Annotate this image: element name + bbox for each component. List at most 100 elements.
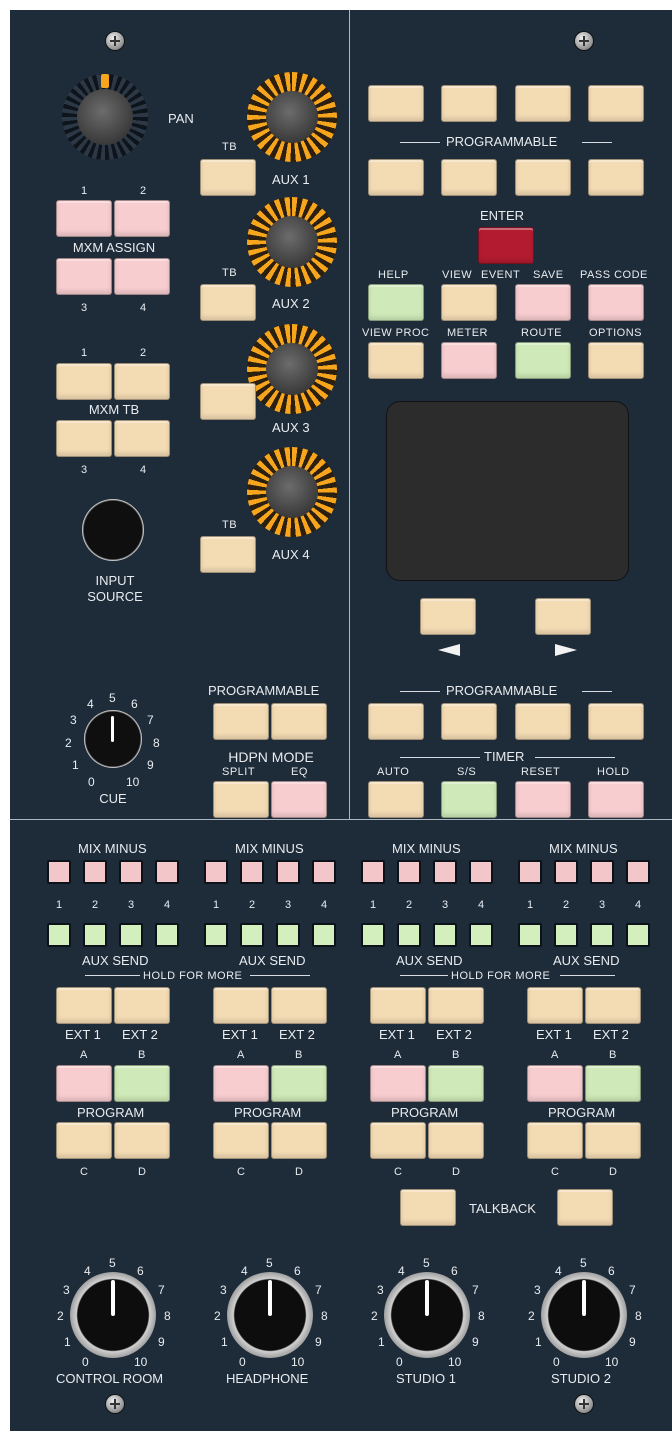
program-b-button[interactable] <box>585 1065 641 1102</box>
hdpn-split-button[interactable] <box>213 781 269 818</box>
ext1-button[interactable] <box>56 987 112 1024</box>
next-button[interactable] <box>535 598 591 635</box>
mix-minus-led-1[interactable] <box>518 860 542 884</box>
programmable-button-mid-2[interactable] <box>441 159 497 196</box>
programmable-button-bottom-3[interactable] <box>515 703 571 740</box>
programmable-button-top-2[interactable] <box>441 85 497 122</box>
aux-send-led-2[interactable] <box>83 923 107 947</box>
program-c-button[interactable] <box>213 1122 269 1159</box>
ext2-button[interactable] <box>271 987 327 1024</box>
save-button[interactable] <box>515 284 571 321</box>
mix-minus-led-2[interactable] <box>240 860 264 884</box>
aux-send-led-2[interactable] <box>554 923 578 947</box>
options-button[interactable] <box>588 342 644 379</box>
ext2-button[interactable] <box>428 987 484 1024</box>
aux-send-led-4[interactable] <box>469 923 493 947</box>
aux-send-led-2[interactable] <box>240 923 264 947</box>
program-c-button[interactable] <box>527 1122 583 1159</box>
aux4-knob[interactable] <box>266 466 318 518</box>
prev-button[interactable] <box>420 598 476 635</box>
mxm-assign-button-3[interactable] <box>56 258 112 295</box>
mix-minus-led-2[interactable] <box>83 860 107 884</box>
aux-send-led-3[interactable] <box>433 923 457 947</box>
mxm-tb-button-4[interactable] <box>114 420 170 457</box>
aux-send-led-1[interactable] <box>518 923 542 947</box>
headphone-knob[interactable] <box>227 1272 313 1358</box>
hdpn-programmable-button-2[interactable] <box>271 703 327 740</box>
aux3-knob[interactable] <box>266 343 318 395</box>
hdpn-eq-button[interactable] <box>271 781 327 818</box>
aux2-knob[interactable] <box>266 216 318 268</box>
mix-minus-led-2[interactable] <box>554 860 578 884</box>
ext1-button[interactable] <box>527 987 583 1024</box>
pan-knob[interactable] <box>77 89 133 145</box>
cue-knob[interactable] <box>84 710 142 768</box>
aux1-knob[interactable] <box>266 91 318 143</box>
tb-aux2-button[interactable] <box>200 284 256 321</box>
programmable-button-top-3[interactable] <box>515 85 571 122</box>
mix-minus-led-1[interactable] <box>47 860 71 884</box>
programmable-button-top-4[interactable] <box>588 85 644 122</box>
aux-send-led-3[interactable] <box>276 923 300 947</box>
help-button[interactable] <box>368 284 424 321</box>
program-b-button[interactable] <box>271 1065 327 1102</box>
mix-minus-led-3[interactable] <box>276 860 300 884</box>
view-proc-button[interactable] <box>368 342 424 379</box>
timer-auto-button[interactable] <box>368 781 424 818</box>
aux-send-led-4[interactable] <box>155 923 179 947</box>
aux-send-led-2[interactable] <box>397 923 421 947</box>
programmable-button-top-1[interactable] <box>368 85 424 122</box>
mxm-assign-button-4[interactable] <box>114 258 170 295</box>
programmable-button-bottom-2[interactable] <box>441 703 497 740</box>
program-a-button[interactable] <box>527 1065 583 1102</box>
aux-send-led-1[interactable] <box>204 923 228 947</box>
timer-reset-button[interactable] <box>515 781 571 818</box>
mix-minus-led-3[interactable] <box>590 860 614 884</box>
control-room-knob[interactable] <box>70 1272 156 1358</box>
programmable-button-bottom-4[interactable] <box>588 703 644 740</box>
program-d-button[interactable] <box>114 1122 170 1159</box>
program-d-button[interactable] <box>271 1122 327 1159</box>
timer-ss-button[interactable] <box>441 781 497 818</box>
timer-hold-button[interactable] <box>588 781 644 818</box>
ext1-button[interactable] <box>213 987 269 1024</box>
route-button[interactable] <box>515 342 571 379</box>
enter-button[interactable] <box>478 227 534 264</box>
tb-aux3-button[interactable] <box>200 383 256 420</box>
talkback-button-right[interactable] <box>557 1189 613 1226</box>
mix-minus-led-3[interactable] <box>433 860 457 884</box>
program-a-button[interactable] <box>370 1065 426 1102</box>
aux-send-led-3[interactable] <box>590 923 614 947</box>
talkback-button-left[interactable] <box>400 1189 456 1226</box>
programmable-button-mid-4[interactable] <box>588 159 644 196</box>
program-c-button[interactable] <box>370 1122 426 1159</box>
program-d-button[interactable] <box>428 1122 484 1159</box>
program-d-button[interactable] <box>585 1122 641 1159</box>
ext2-button[interactable] <box>114 987 170 1024</box>
aux-send-led-3[interactable] <box>119 923 143 947</box>
mix-minus-led-4[interactable] <box>469 860 493 884</box>
programmable-button-bottom-1[interactable] <box>368 703 424 740</box>
ext2-button[interactable] <box>585 987 641 1024</box>
mxm-tb-button-3[interactable] <box>56 420 112 457</box>
program-c-button[interactable] <box>56 1122 112 1159</box>
tb-aux1-button[interactable] <box>200 159 256 196</box>
program-b-button[interactable] <box>114 1065 170 1102</box>
mix-minus-led-1[interactable] <box>204 860 228 884</box>
studio2-knob[interactable] <box>541 1272 627 1358</box>
mix-minus-led-4[interactable] <box>155 860 179 884</box>
program-a-button[interactable] <box>56 1065 112 1102</box>
program-a-button[interactable] <box>213 1065 269 1102</box>
mix-minus-led-4[interactable] <box>312 860 336 884</box>
input-source-knob[interactable] <box>82 499 144 561</box>
hdpn-programmable-button-1[interactable] <box>213 703 269 740</box>
aux-send-led-1[interactable] <box>47 923 71 947</box>
aux-send-led-4[interactable] <box>626 923 650 947</box>
aux-send-led-1[interactable] <box>361 923 385 947</box>
tb-aux4-button[interactable] <box>200 536 256 573</box>
programmable-button-mid-3[interactable] <box>515 159 571 196</box>
mxm-tb-button-2[interactable] <box>114 363 170 400</box>
studio1-knob[interactable] <box>384 1272 470 1358</box>
view-event-button[interactable] <box>441 284 497 321</box>
mix-minus-led-3[interactable] <box>119 860 143 884</box>
